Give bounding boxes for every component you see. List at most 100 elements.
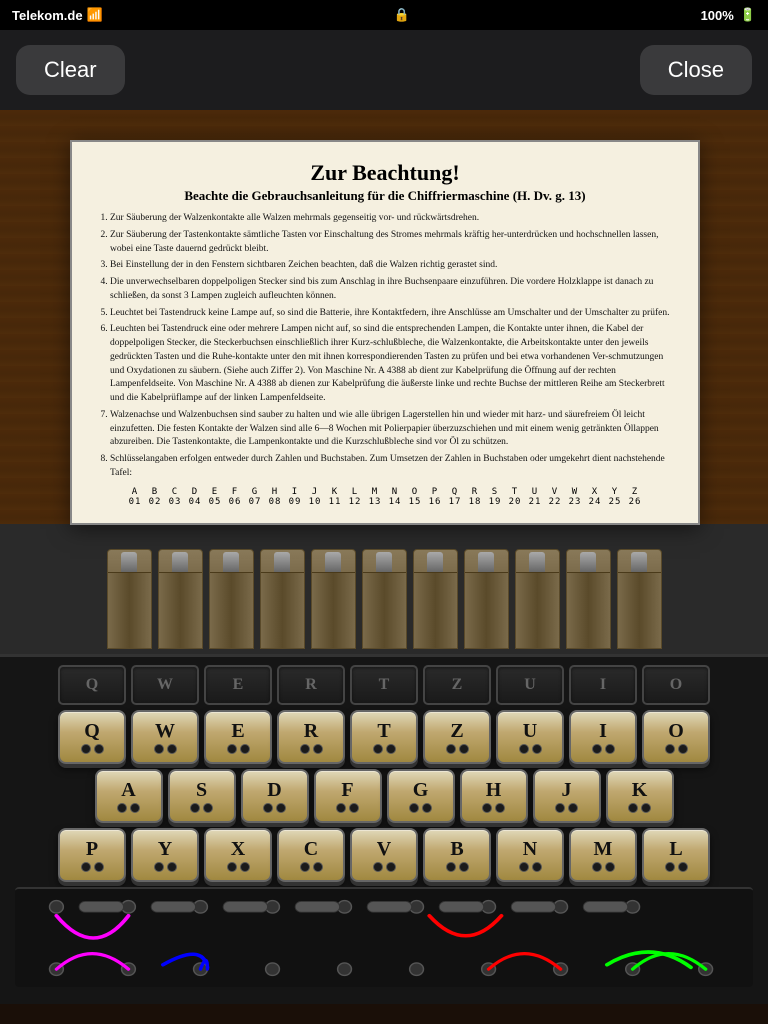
clear-button[interactable]: Clear <box>16 45 125 95</box>
rotor-7[interactable] <box>413 549 458 649</box>
instruction-card: Zur Beachtung! Beachte die Gebrauchsanle… <box>70 140 700 525</box>
key-M[interactable]: M <box>569 828 637 882</box>
rotor-2[interactable] <box>158 549 203 649</box>
key-W[interactable]: W <box>131 710 199 764</box>
key-J[interactable]: J <box>533 769 601 823</box>
lamp-U: U <box>496 665 564 705</box>
battery-icon: 🔋 <box>740 7 756 23</box>
rotor-6-body <box>363 572 406 648</box>
rotor-4-body <box>261 572 304 648</box>
key-U[interactable]: U <box>496 710 564 764</box>
rotor-9[interactable] <box>515 549 560 649</box>
key-Q[interactable]: Q <box>58 710 126 764</box>
battery-level: 100% <box>701 8 734 23</box>
key-L[interactable]: L <box>642 828 710 882</box>
keyboard-row-3: P Y X C V B N M L <box>10 828 758 882</box>
rotor-5-knob <box>325 552 341 572</box>
keyboard-panel: .keyboard-panel { position: absolute; to… <box>0 654 768 1004</box>
rotor-3[interactable] <box>209 549 254 649</box>
key-X[interactable]: X <box>204 828 272 882</box>
rotor-1-knob <box>121 552 137 572</box>
rotors-area: .rotors-area { justify-content: center; … <box>0 524 768 654</box>
key-S[interactable]: S <box>168 769 236 823</box>
status-right: 100% 🔋 <box>701 7 756 23</box>
letter-row: ABCDE FGHIJ KLMNO PQRST UVWXYZ <box>94 487 676 497</box>
instruction-item-4: Die unverwechselbaren doppelpoligen Stec… <box>110 276 676 304</box>
lamp-T: T <box>350 665 418 705</box>
rotor-3-body <box>210 572 253 648</box>
rotor-8-knob <box>478 552 494 572</box>
lamp-Q: Q <box>58 665 126 705</box>
keyboard-row-2: A S D F G H J K <box>10 769 758 823</box>
key-V[interactable]: V <box>350 828 418 882</box>
status-bar: Telekom.de 📶 🔒 100% 🔋 <box>0 0 768 30</box>
key-H[interactable]: H <box>460 769 528 823</box>
instruction-item-5: Leuchtet bei Tastendruck keine Lampe auf… <box>110 307 676 321</box>
rotor-2-knob <box>172 552 188 572</box>
rotor-5[interactable] <box>311 549 356 649</box>
instruction-list: Zur Säuberung der Walzenkontakte alle Wa… <box>94 212 676 481</box>
rotor-4[interactable] <box>260 549 305 649</box>
number-row: 0102030405 0607080910 1112131415 1617181… <box>94 497 676 507</box>
key-G[interactable]: G <box>387 769 455 823</box>
rotor-6-knob <box>376 552 392 572</box>
lamp-row: Q W E R T Z U I O <box>10 665 758 705</box>
instruction-item-2: Zur Säuberung der Tastenkontakte sämtlic… <box>110 229 676 257</box>
letter-number-table: ABCDE FGHIJ KLMNO PQRST UVWXYZ 010203040… <box>94 487 676 507</box>
key-O[interactable]: O <box>642 710 710 764</box>
key-F[interactable]: F <box>314 769 382 823</box>
key-R[interactable]: R <box>277 710 345 764</box>
key-I[interactable]: I <box>569 710 637 764</box>
rotor-11[interactable] <box>617 549 662 649</box>
wifi-icon: 📶 <box>87 7 103 23</box>
plugboard-panel: .socket { fill: #333; stroke: #555; stro… <box>15 887 753 987</box>
key-C[interactable]: C <box>277 828 345 882</box>
rotor-6[interactable] <box>362 549 407 649</box>
key-D[interactable]: D <box>241 769 309 823</box>
key-Y[interactable]: Y <box>131 828 199 882</box>
plugboard-connections: .socket { fill: #333; stroke: #555; stro… <box>15 889 753 987</box>
key-A[interactable]: A <box>95 769 163 823</box>
key-P[interactable]: P <box>58 828 126 882</box>
key-E[interactable]: E <box>204 710 272 764</box>
lock-icon: 🔒 <box>394 7 410 23</box>
main-area: Zur Beachtung! Beachte die Gebrauchsanle… <box>0 110 768 1004</box>
rotor-2-body <box>159 572 202 648</box>
lamp-R: R <box>277 665 345 705</box>
rotor-5-body <box>312 572 355 648</box>
rotor-10[interactable] <box>566 549 611 649</box>
lamp-Z: Z <box>423 665 491 705</box>
rotor-11-body <box>618 572 661 648</box>
rotor-10-body <box>567 572 610 648</box>
instruction-item-1: Zur Säuberung der Walzenkontakte alle Wa… <box>110 212 676 226</box>
key-K[interactable]: K <box>606 769 674 823</box>
rotor-9-body <box>516 572 559 648</box>
carrier-name: Telekom.de <box>12 8 83 23</box>
lamp-I: I <box>569 665 637 705</box>
key-Z[interactable]: Z <box>423 710 491 764</box>
card-subtitle: Beachte die Gebrauchsanleitung für die C… <box>94 188 676 204</box>
rotor-8[interactable] <box>464 549 509 649</box>
rotor-1[interactable] <box>107 549 152 649</box>
key-B[interactable]: B <box>423 828 491 882</box>
instruction-item-7: Walzenachse und Walzenbuchsen sind saube… <box>110 409 676 450</box>
rotor-1-body <box>108 572 151 648</box>
enigma-machine-body: .rotors-area { justify-content: center; … <box>0 524 768 1004</box>
lamp-W: W <box>131 665 199 705</box>
key-N[interactable]: N <box>496 828 564 882</box>
top-bar: Clear Close <box>0 30 768 110</box>
instruction-item-6: Leuchten bei Tastendruck eine oder mehre… <box>110 323 676 406</box>
rotor-9-knob <box>529 552 545 572</box>
rotor-10-knob <box>580 552 596 572</box>
carrier-info: Telekom.de 📶 <box>12 7 103 23</box>
instruction-item-3: Bei Einstellung der in den Fenstern sich… <box>110 259 676 273</box>
key-T[interactable]: T <box>350 710 418 764</box>
lamp-O: O <box>642 665 710 705</box>
rotor-7-body <box>414 572 457 648</box>
close-button[interactable]: Close <box>640 45 752 95</box>
rotor-3-knob <box>223 552 239 572</box>
lamp-E: E <box>204 665 272 705</box>
rotor-8-body <box>465 572 508 648</box>
rotor-11-knob <box>631 552 647 572</box>
card-title: Zur Beachtung! <box>94 160 676 186</box>
